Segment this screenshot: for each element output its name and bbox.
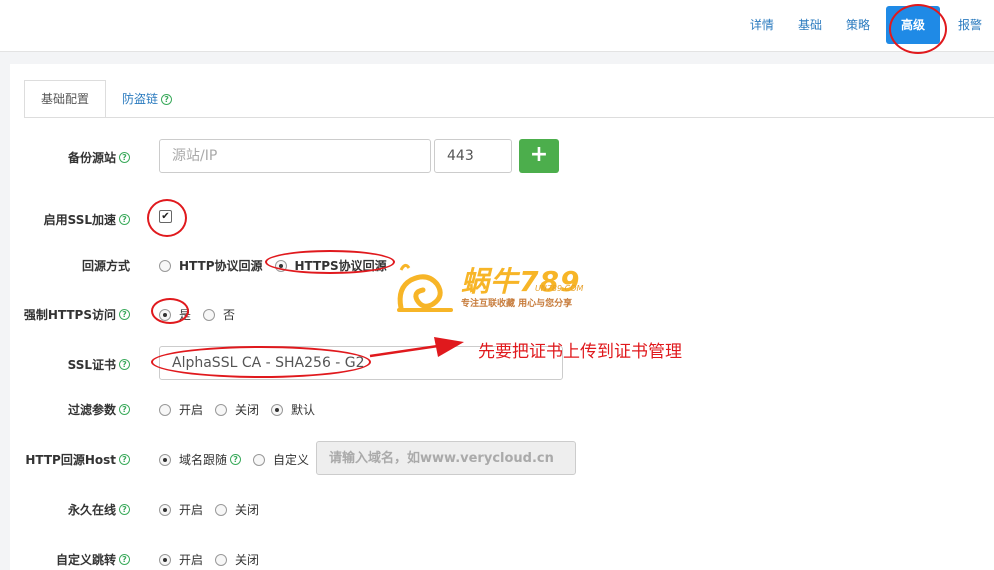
annotation-arrow (369, 337, 464, 358)
help-icon[interactable]: ? (119, 554, 130, 565)
http-host-label: HTTP回源Host? (25, 451, 130, 468)
radio-dot (271, 403, 284, 416)
radio-online-off[interactable]: 关闭 (215, 501, 259, 518)
tab-basic-config-label: 基础配置 (41, 92, 90, 106)
help-icon[interactable]: ? (119, 359, 130, 370)
ssl-cert-label: SSL证书? (68, 356, 130, 373)
annotation-circle-cert (151, 346, 371, 378)
radio-host-follow-label: 域名跟随 (179, 453, 228, 467)
nav-strategy[interactable]: 策略 (834, 6, 882, 44)
radio-dot (215, 503, 228, 516)
ssl-accel-label-text: 启用SSL加速 (43, 213, 116, 227)
radio-redirect-off[interactable]: 关闭 (215, 551, 259, 568)
watermark-url: UN789.COM (535, 284, 584, 293)
watermark-slogan: 专注互联收藏 用心与您分享 (461, 299, 573, 309)
radio-dot (159, 453, 171, 466)
radio-redirect-off-label: 关闭 (235, 553, 260, 567)
tab-hotlink[interactable]: 防盗链? (106, 80, 188, 118)
http-host-label-text: HTTP回源Host (25, 453, 116, 467)
radio-host-follow[interactable]: 域名跟随? (159, 451, 242, 468)
radio-dot (253, 453, 266, 466)
radio-filter-default-label: 默认 (291, 403, 316, 417)
origin-mode-label: 回源方式 (82, 257, 130, 274)
force-https-label-text: 强制HTTPS访问 (23, 308, 116, 322)
config-tabs: 基础配置 防盗链? (24, 80, 188, 118)
radio-dot (215, 403, 228, 416)
always-online-radios: 开启 关闭 (159, 501, 271, 518)
top-bar: 详情 基础 策略 高级 报警 (0, 0, 994, 52)
radio-host-custom[interactable]: 自定义 (253, 451, 309, 468)
ssl-accel-label: 启用SSL加速? (44, 211, 130, 228)
radio-http-origin[interactable]: HTTP协议回源 (159, 257, 263, 274)
radio-dot (203, 308, 216, 321)
tabs-divider (24, 117, 994, 118)
custom-redirect-radios: 开启 关闭 (159, 551, 271, 568)
filter-params-label: 过滤参数? (68, 401, 130, 418)
radio-force-no-label: 否 (223, 308, 236, 322)
help-icon[interactable]: ? (119, 504, 130, 515)
help-icon[interactable]: ? (230, 454, 242, 465)
tab-basic-config[interactable]: 基础配置 (24, 80, 107, 118)
radio-online-on[interactable]: 开启 (159, 501, 203, 518)
radio-redirect-on[interactable]: 开启 (159, 551, 203, 568)
radio-host-custom-label: 自定义 (273, 453, 310, 467)
help-icon[interactable]: ? (119, 454, 130, 465)
annotation-circle-https (265, 250, 395, 274)
backup-origin-label: 备份源站? (68, 149, 130, 166)
backup-origin-port-input[interactable]: 443 (434, 139, 512, 173)
custom-host-input[interactable] (316, 441, 576, 475)
radio-online-on-label: 开启 (179, 503, 204, 517)
radio-filter-off-label: 关闭 (235, 403, 260, 417)
origin-mode-label-text: 回源方式 (81, 259, 130, 273)
backup-origin-label-text: 备份源站 (67, 151, 116, 165)
radio-filter-on[interactable]: 开启 (159, 401, 203, 418)
nav-basic[interactable]: 基础 (786, 6, 834, 44)
help-icon[interactable]: ? (161, 93, 173, 105)
radio-force-no[interactable]: 否 (203, 306, 235, 323)
radio-online-off-label: 关闭 (235, 503, 260, 517)
custom-redirect-label-text: 自定义跳转 (55, 553, 116, 567)
watermark: 蜗牛789 UN789.COM 专注互联收藏 用心与您分享 (393, 258, 615, 316)
filter-params-radios: 开启 关闭 默认 (159, 401, 327, 418)
ssl-cert-label-text: SSL证书 (67, 358, 116, 372)
help-icon[interactable]: ? (119, 214, 130, 225)
always-online-label-text: 永久在线 (67, 503, 116, 517)
radio-dot (159, 553, 171, 566)
annotation-circle-advanced (889, 4, 947, 54)
radio-filter-on-label: 开启 (179, 403, 204, 417)
nav-alerts[interactable]: 报警 (946, 6, 994, 44)
custom-redirect-label: 自定义跳转? (56, 551, 130, 568)
help-icon[interactable]: ? (119, 404, 130, 415)
radio-dot (159, 503, 171, 516)
help-icon[interactable]: ? (119, 152, 130, 163)
radio-filter-off[interactable]: 关闭 (215, 401, 259, 418)
watermark-title: 蜗牛789 (461, 265, 581, 298)
annotation-circle-ssl (147, 199, 187, 237)
backup-origin-input[interactable] (159, 139, 431, 173)
annotation-text: 先要把证书上传到证书管理 (478, 342, 682, 362)
add-origin-button[interactable]: + (519, 139, 559, 173)
http-host-radios: 域名跟随? 自定义 (159, 451, 321, 468)
nav-details[interactable]: 详情 (738, 6, 786, 44)
radio-dot (215, 553, 228, 566)
always-online-label: 永久在线? (68, 501, 130, 518)
radio-redirect-on-label: 开启 (179, 553, 204, 567)
radio-dot (159, 403, 171, 416)
radio-filter-default[interactable]: 默认 (271, 401, 315, 418)
top-nav: 详情 基础 策略 高级 报警 (738, 6, 994, 44)
snail-logo-icon (397, 263, 453, 312)
radio-http-origin-label: HTTP协议回源 (179, 259, 263, 273)
tab-hotlink-label: 防盗链 (122, 92, 159, 106)
radio-dot (159, 259, 171, 272)
annotation-circle-force (151, 298, 189, 324)
filter-params-label-text: 过滤参数 (67, 403, 116, 417)
help-icon[interactable]: ? (119, 309, 130, 320)
force-https-label: 强制HTTPS访问? (24, 306, 130, 323)
